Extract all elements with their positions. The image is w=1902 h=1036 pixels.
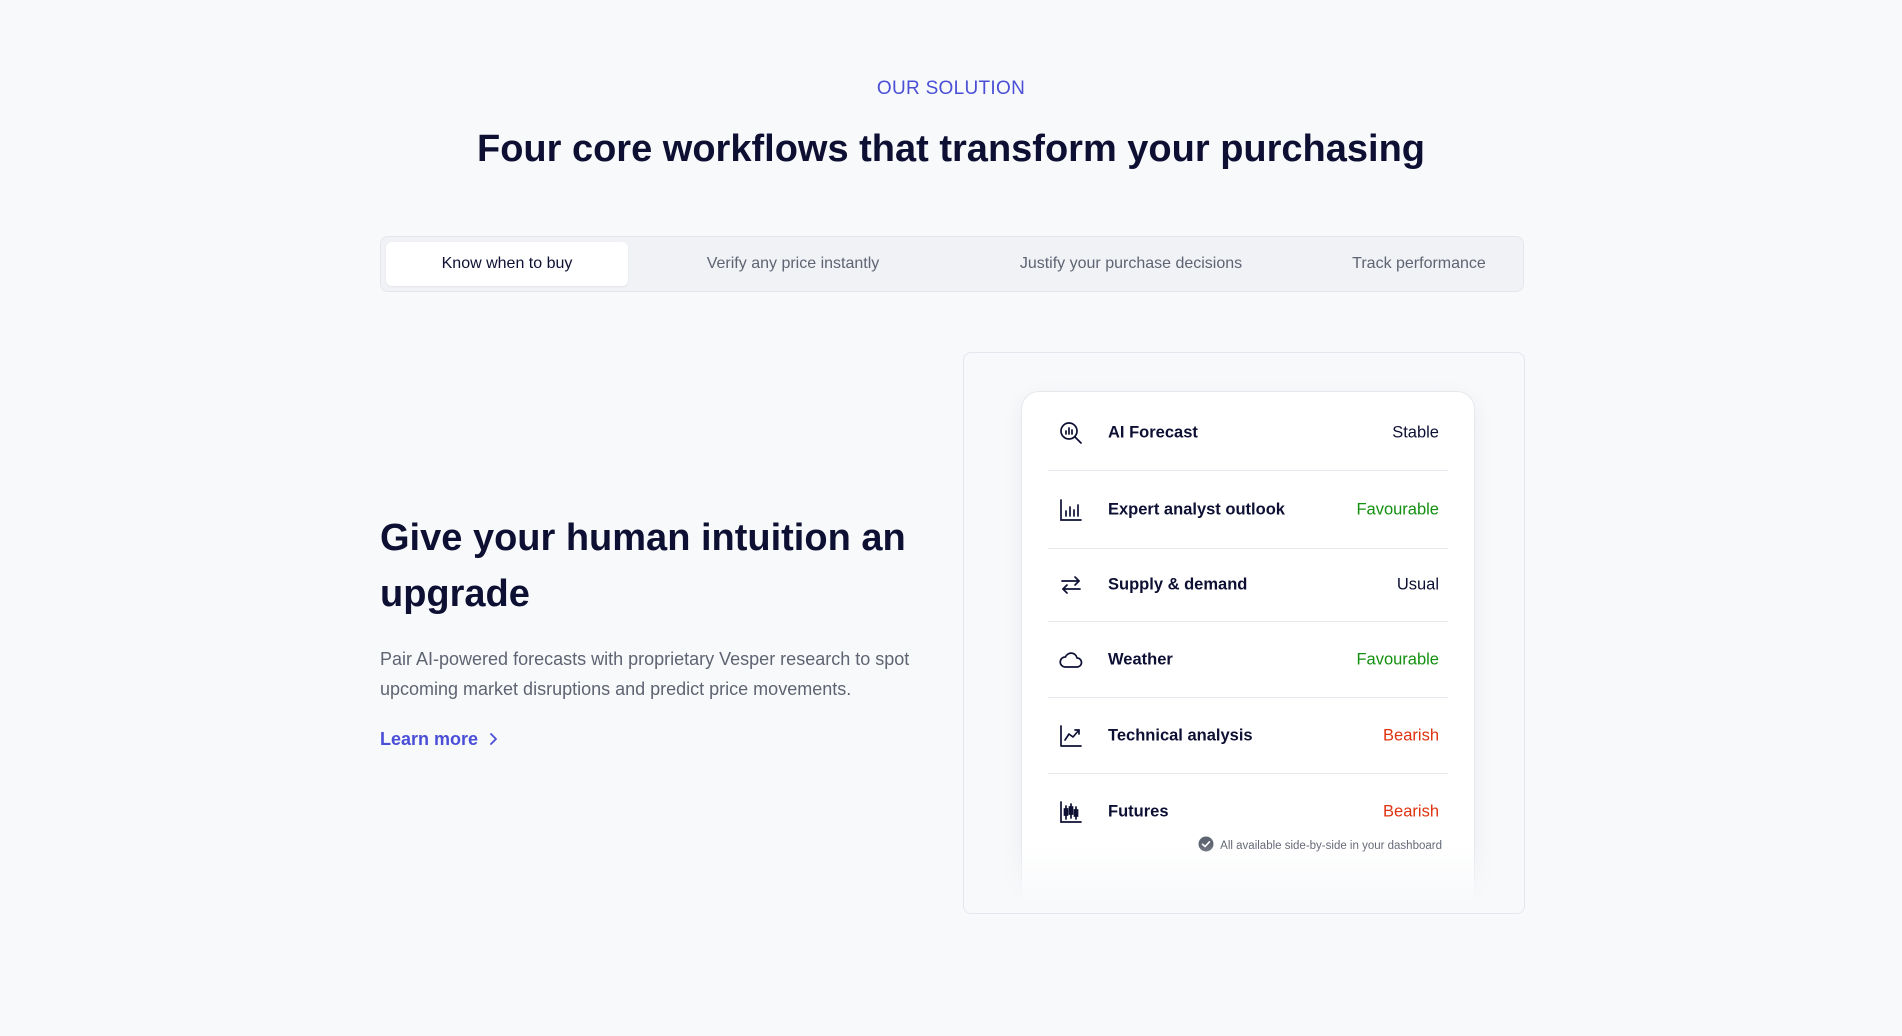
signal-value: Favourable (1356, 650, 1439, 668)
magnifier-chart-icon (1058, 420, 1084, 446)
learn-more-link[interactable]: Learn more (380, 726, 498, 752)
signal-label: AI Forecast (1108, 423, 1198, 442)
signals-card: AI Forecast Stable Expert analyst outloo… (1021, 391, 1475, 913)
feature-description: Pair AI-powered forecasts with proprieta… (380, 649, 910, 699)
signal-row: Technical analysis Bearish (1048, 698, 1448, 774)
signal-row: Expert analyst outlook Favourable (1048, 471, 1448, 549)
trend-line-icon (1058, 723, 1084, 749)
signal-label: Technical analysis (1108, 726, 1253, 744)
signal-label: Supply & demand (1108, 575, 1248, 594)
bar-chart-icon (1058, 497, 1084, 523)
signal-label: Futures (1108, 802, 1169, 821)
feature-title: Give your human intuition an upgrade (380, 517, 906, 615)
tab-track-performance[interactable]: Track performance (1319, 242, 1519, 286)
tab-justify-decisions[interactable]: Justify your purchase decisions (951, 242, 1311, 286)
signal-label: Expert analyst outlook (1108, 500, 1285, 518)
signal-row: AI Forecast Stable (1048, 396, 1448, 471)
tab-verify-price[interactable]: Verify any price instantly (643, 242, 943, 286)
cloud-icon (1058, 647, 1084, 673)
signal-value: Bearish (1383, 726, 1439, 744)
card-fade-overlay (964, 843, 1524, 913)
tab-know-when-to-buy[interactable]: Know when to buy (386, 242, 628, 286)
signal-value: Bearish (1383, 802, 1439, 821)
signal-row: Weather Favourable (1048, 622, 1448, 698)
signal-value: Favourable (1356, 500, 1439, 518)
chevron-right-icon (488, 732, 498, 746)
signals-panel: AI Forecast Stable Expert analyst outloo… (963, 352, 1525, 914)
exchange-arrows-icon (1058, 572, 1084, 598)
section-eyebrow: OUR SOLUTION (876, 78, 1026, 99)
signal-row: Supply & demand Usual (1048, 549, 1448, 622)
workflow-tabs: Know when to buy Verify any price instan… (380, 236, 1524, 292)
signal-label: Weather (1108, 650, 1173, 668)
signal-value: Usual (1396, 575, 1439, 594)
learn-more-label: Learn more (380, 728, 479, 749)
signal-value: Stable (1392, 423, 1439, 442)
section-headline: Four core workflows that transform your … (476, 128, 1425, 170)
candlestick-icon (1058, 799, 1084, 825)
